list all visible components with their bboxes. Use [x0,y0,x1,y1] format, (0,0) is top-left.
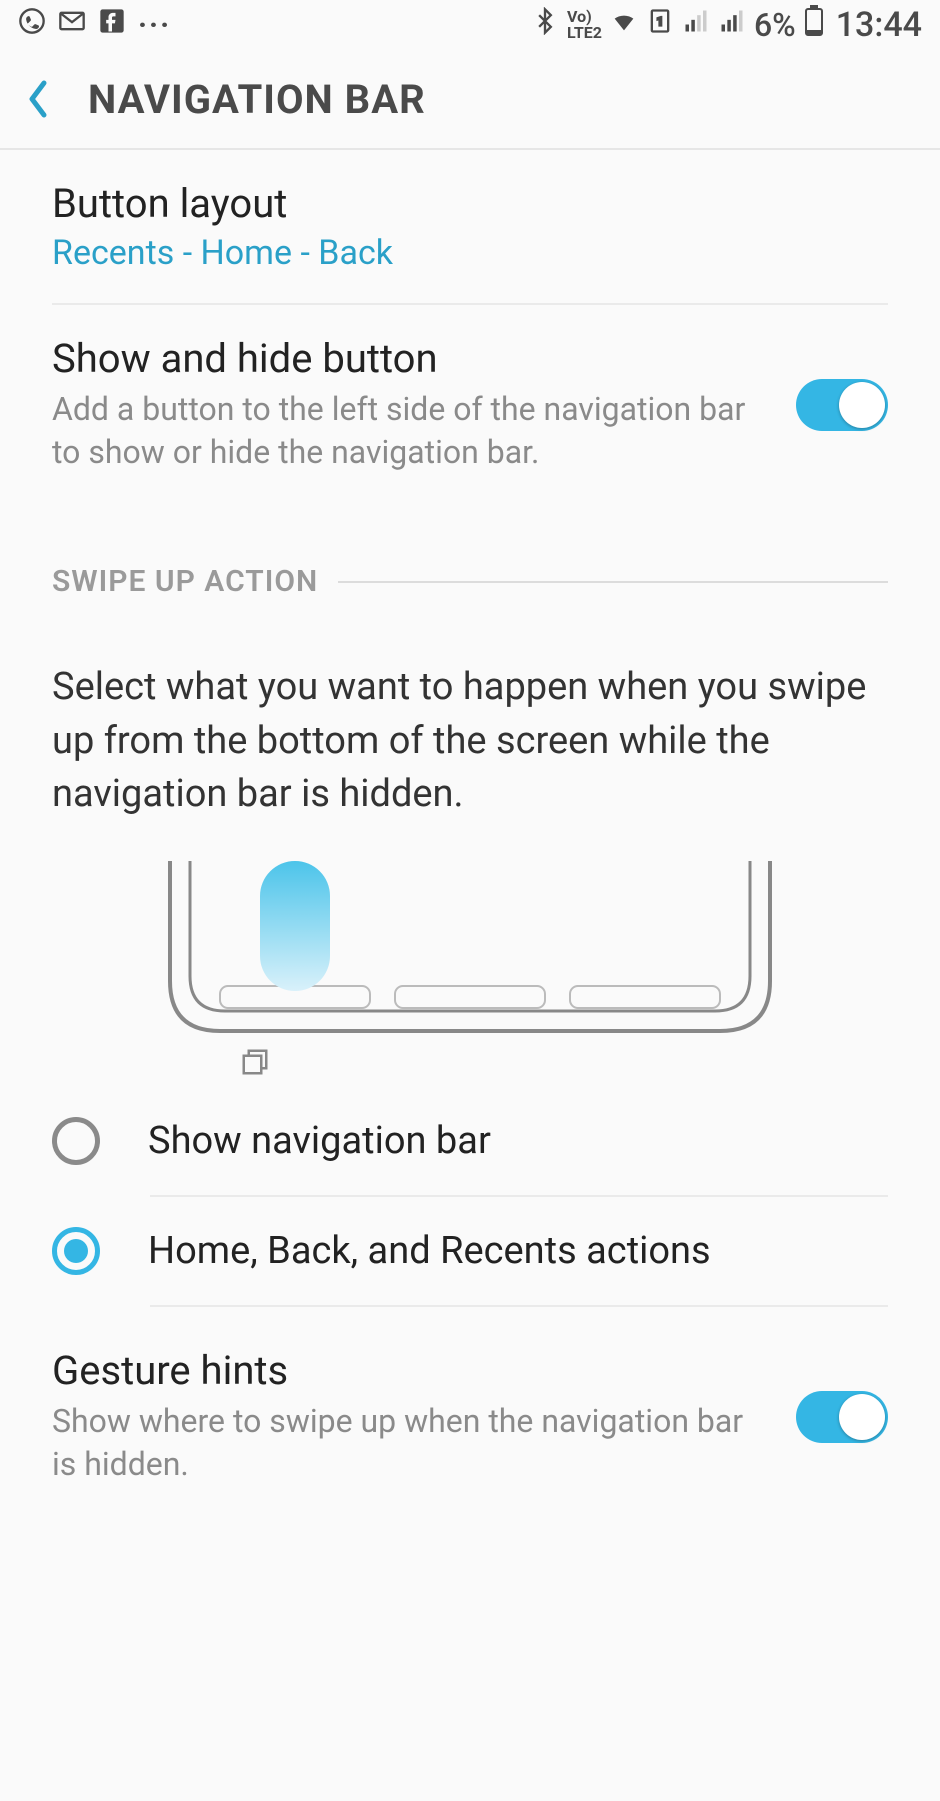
signal-2-icon [718,7,746,43]
gesture-hints-sub: Show where to swipe up when the navigati… [52,1400,772,1486]
show-hide-title: Show and hide button [52,335,772,382]
wifi-icon [610,7,638,43]
status-left: ··· [18,7,171,43]
page-title: NAVIGATION BAR [88,76,426,123]
show-hide-sub: Add a button to the left side of the nav… [52,388,772,474]
gesture-hints-title: Gesture hints [52,1347,772,1394]
section-line [338,581,888,583]
gesture-hints-toggle[interactable] [796,1391,888,1443]
whatsapp-icon [18,7,46,43]
button-layout-title: Button layout [52,180,888,227]
clock: 13:44 [836,5,922,45]
gesture-hints-row[interactable]: Gesture hints Show where to swipe up whe… [0,1307,940,1516]
swipe-section-label: SWIPE UP ACTION [52,564,318,599]
radio-icon [52,1227,100,1275]
button-layout-value: Recents - Home - Back [52,233,888,273]
radio-icon [52,1117,100,1165]
swipe-description: Select what you want to happen when you … [0,609,940,851]
back-button[interactable] [20,81,56,117]
battery-percent: 6% [754,6,796,44]
sim-icon: 1 [646,7,674,43]
show-hide-toggle[interactable] [796,379,888,431]
mail-icon [58,7,86,43]
svg-text:1: 1 [657,15,664,29]
signal-1-icon [682,7,710,43]
facebook-icon [98,7,126,43]
recents-icon [240,1047,940,1087]
status-bar: ··· Vo)LTE2 1 6% 13:44 [0,0,940,50]
volte-icon: Vo)LTE2 [567,9,602,41]
swipe-section-header: SWIPE UP ACTION [0,524,940,609]
bluetooth-icon [531,7,559,43]
battery-icon [804,5,824,45]
swipe-diagram [160,861,780,1041]
app-header: NAVIGATION BAR [0,50,940,150]
radio-label: Home, Back, and Recents actions [148,1229,711,1273]
more-icon: ··· [138,8,171,43]
show-hide-row[interactable]: Show and hide button Add a button to the… [0,305,940,504]
status-right: Vo)LTE2 1 6% 13:44 [531,5,922,45]
button-layout-row[interactable]: Button layout Recents - Home - Back [0,150,940,303]
radio-option-show-navbar[interactable]: Show navigation bar [0,1087,940,1195]
radio-option-home-back-recents[interactable]: Home, Back, and Recents actions [0,1197,940,1305]
radio-label: Show navigation bar [148,1119,491,1163]
